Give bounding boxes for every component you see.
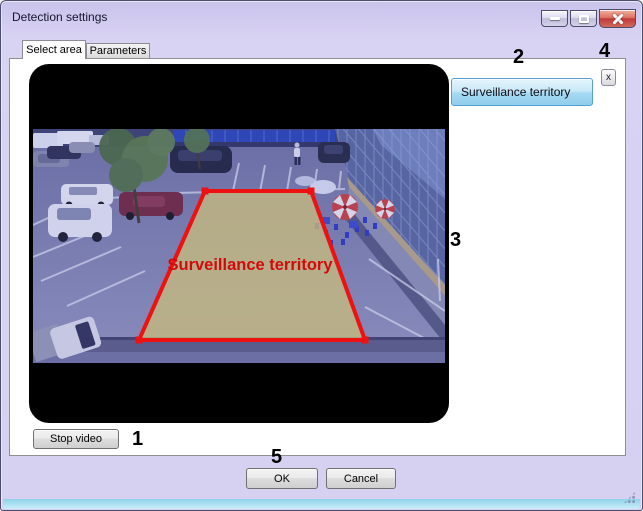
tab-select-area[interactable]: Select area [22, 40, 86, 59]
stop-video-button[interactable]: Stop video [33, 429, 119, 449]
zone-handle-bottom-left [135, 336, 143, 344]
annotation-4: 4 [599, 40, 611, 62]
zone-handle-top-right [307, 187, 315, 195]
cancel-button[interactable]: Cancel [326, 468, 396, 489]
video-display-area[interactable]: Surveillance territory [29, 64, 449, 423]
territory-item-button[interactable]: Surveillance territory [451, 78, 593, 106]
minimize-icon [549, 17, 560, 20]
window-bottom-edge [3, 499, 640, 509]
window-title: Detection settings [12, 10, 108, 24]
titlebar[interactable]: Detection settings [1, 1, 642, 33]
camera-video-image: Surveillance territory [33, 129, 445, 363]
zone-label: Surveillance territory [168, 255, 334, 274]
minimize-button[interactable] [541, 10, 568, 27]
annotation-5: 5 [271, 446, 283, 468]
annotation-2: 2 [513, 46, 525, 68]
ok-button[interactable]: OK [246, 468, 318, 489]
remove-territory-button[interactable]: x [601, 69, 616, 86]
maximize-icon [578, 14, 589, 23]
close-button[interactable] [599, 9, 636, 28]
resize-grip[interactable] [623, 491, 636, 504]
annotation-1: 1 [132, 428, 144, 450]
tab-parameters[interactable]: Parameters [86, 43, 150, 58]
annotation-3: 3 [450, 229, 462, 251]
maximize-button[interactable] [570, 10, 597, 27]
zone-handle-top-left [201, 187, 209, 195]
zone-handle-bottom-right [361, 336, 369, 344]
detection-settings-dialog: Detection settings Select area Parameter… [0, 0, 643, 511]
